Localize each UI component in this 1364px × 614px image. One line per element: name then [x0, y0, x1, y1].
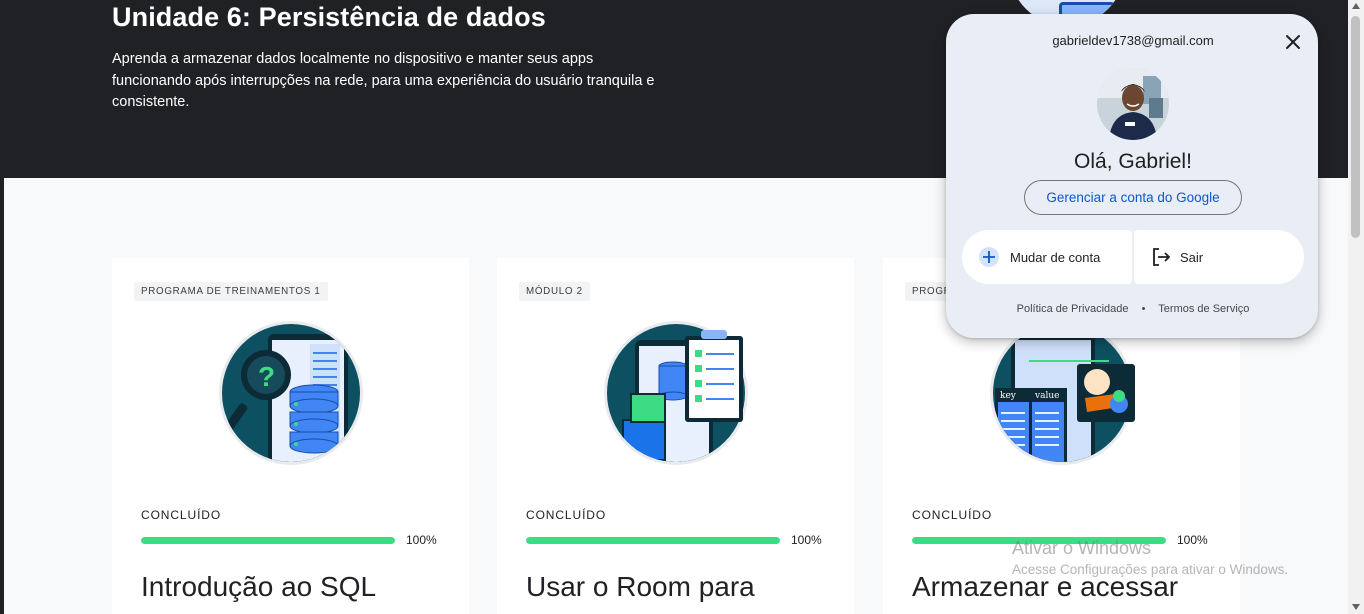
switch-account-label: Mudar de conta [1010, 249, 1101, 265]
windows-activation-watermark: Ativar o Windows Acesse Configurações pa… [1012, 537, 1288, 580]
course-card[interactable]: MÓDULO 2 CONCLUÍDO 100% Usar o Room para [497, 258, 854, 614]
page-description: Aprenda a armazenar dados localmente no … [112, 51, 655, 110]
popup-footer: Política de Privacidade • Termos de Serv… [946, 303, 1320, 315]
card-title[interactable]: Introdução ao SQL [141, 569, 376, 605]
progress-percent: 100% [406, 533, 437, 547]
progress-percent: 100% [791, 533, 822, 547]
account-email: gabrieldev1738@gmail.com [1052, 33, 1214, 48]
card-tag: PROGRAMA DE TREINAMENTOS 1 [134, 282, 328, 301]
privacy-policy-link[interactable]: Política de Privacidade [1017, 303, 1129, 315]
watermark-subtitle: Acesse Configurações para ativar o Windo… [1012, 562, 1289, 577]
room-checklist-illustration [604, 321, 748, 465]
account-popup: gabrieldev1738@gmail.com Olá, Gabriel! G… [946, 14, 1318, 338]
progress-fill [526, 537, 780, 544]
scroll-down-arrow[interactable] [1352, 604, 1360, 610]
card-status: CONCLUÍDO [912, 508, 993, 522]
manage-account-button[interactable]: Gerenciar a conta do Google [1024, 180, 1242, 215]
card-title[interactable]: Usar o Room para [526, 569, 755, 605]
scroll-up-arrow[interactable] [1352, 3, 1360, 9]
watermark-title: Ativar o Windows [1012, 538, 1152, 558]
logout-button[interactable]: Sair [1134, 230, 1304, 284]
svg-text:key: key [1000, 391, 1017, 401]
account-actions: Mudar de conta Sair [962, 230, 1304, 284]
card-tag: MÓDULO 2 [519, 282, 590, 301]
vertical-scrollbar[interactable] [1348, 0, 1364, 614]
terms-of-service-link[interactable]: Termos de Serviço [1158, 303, 1249, 315]
card-status: CONCLUÍDO [526, 508, 607, 522]
logout-label: Sair [1180, 249, 1204, 265]
plus-icon [979, 247, 999, 267]
account-greeting: Olá, Gabriel! [1074, 150, 1192, 173]
switch-account-button[interactable]: Mudar de conta [962, 230, 1132, 284]
progress-bar [141, 537, 395, 544]
avatar[interactable] [1097, 68, 1169, 140]
progress-fill [141, 537, 395, 544]
svg-text:?: ? [258, 361, 275, 392]
key-value-datastore-illustration: key value [990, 321, 1135, 465]
scroll-thumb[interactable] [1351, 16, 1360, 238]
card-status: CONCLUÍDO [141, 508, 222, 522]
course-card[interactable]: PROGRAMA DE TREINAMENTOS 1 ? CONCLUÍDO 1… [112, 258, 469, 614]
footer-separator: • [1141, 303, 1146, 315]
close-icon[interactable] [1281, 30, 1305, 54]
logout-icon [1153, 248, 1171, 266]
sql-database-illustration: ? [219, 321, 363, 465]
progress-bar [526, 537, 780, 544]
page-title: Unidade 6: Persistência de dados [112, 2, 546, 32]
svg-text:value: value [1034, 391, 1059, 401]
